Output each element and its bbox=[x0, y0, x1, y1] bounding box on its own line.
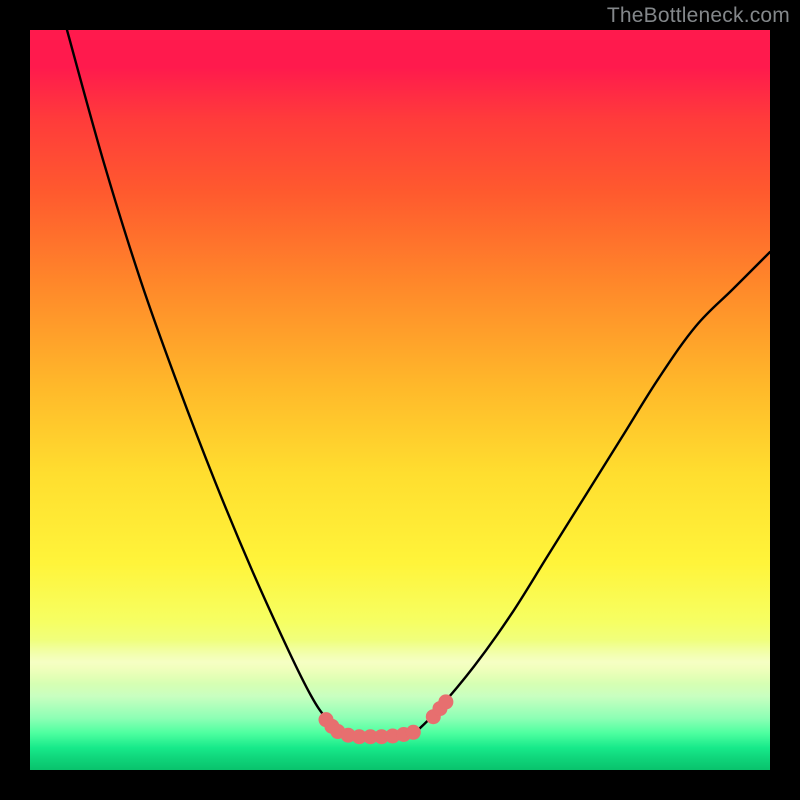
data-marker bbox=[385, 728, 400, 743]
chart-svg bbox=[30, 30, 770, 770]
data-marker bbox=[352, 729, 367, 744]
plot-area bbox=[30, 30, 770, 770]
pale-band bbox=[30, 640, 770, 684]
data-marker bbox=[396, 727, 411, 742]
data-marker bbox=[406, 725, 421, 740]
curve-group bbox=[67, 30, 770, 737]
data-marker bbox=[324, 719, 339, 734]
data-marker bbox=[363, 729, 378, 744]
data-marker bbox=[330, 724, 345, 739]
chart-frame: TheBottleneck.com bbox=[0, 0, 800, 800]
data-marker bbox=[432, 701, 447, 716]
watermark-text: TheBottleneck.com bbox=[607, 4, 790, 28]
data-marker bbox=[319, 712, 334, 727]
data-marker bbox=[374, 729, 389, 744]
marker-group bbox=[319, 694, 454, 744]
bottleneck-curve bbox=[67, 30, 770, 737]
data-marker bbox=[438, 694, 453, 709]
data-marker bbox=[341, 728, 356, 743]
data-marker bbox=[426, 709, 441, 724]
